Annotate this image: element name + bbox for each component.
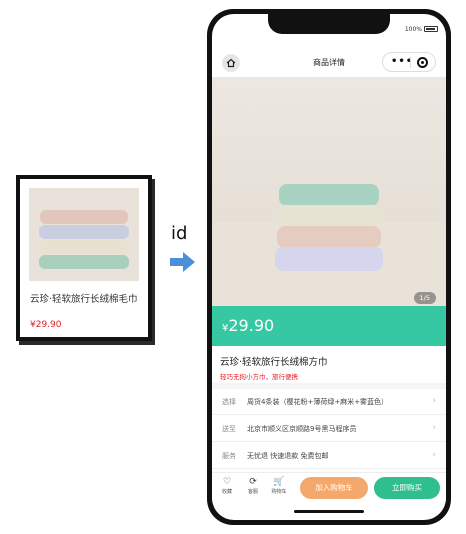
- service-icon: ⟳: [249, 477, 257, 487]
- stage: 云珍·轻软旅行长绒棉毛巾 ¥29.90 id 100% 商品详情 ••• 1/5…: [0, 0, 466, 534]
- card-title: 云珍·轻软旅行长绒棉毛巾: [30, 294, 138, 305]
- id-label: id: [171, 223, 188, 244]
- buy-now-button[interactable]: 立即购买: [374, 477, 440, 499]
- price-amount: 29.90: [228, 316, 275, 335]
- hero-towel-lavender: [275, 247, 383, 271]
- towel-green: [39, 255, 129, 269]
- capsule-menu[interactable]: •••: [382, 52, 436, 72]
- price: ¥29.90: [222, 316, 274, 335]
- product-gallery[interactable]: 1/5: [212, 77, 446, 306]
- row-key: 服务: [222, 452, 236, 460]
- row-key: 选择: [222, 398, 236, 406]
- tab-label: 收藏: [221, 489, 232, 495]
- product-thumbnail: [29, 188, 139, 281]
- cart-icon: 🛒: [273, 477, 285, 487]
- card-price: ¥29.90: [30, 320, 62, 330]
- row-address[interactable]: 送至 北京市顺义区京顺路9号黑马程序员 ›: [212, 416, 446, 442]
- arrow-right-icon: [170, 252, 195, 272]
- bottom-action-bar: ♡ 收藏 ⟳ 客服 🛒 购物车 加入购物车 立即购买: [212, 472, 446, 502]
- notch: [268, 14, 390, 34]
- heart-icon: ♡: [222, 477, 232, 487]
- towel-cream: [39, 240, 129, 254]
- capsule-divider: [410, 57, 411, 68]
- towel-pink: [40, 210, 128, 224]
- price-bar: ¥29.90: [212, 306, 446, 346]
- tab-favorite[interactable]: ♡ 收藏: [216, 476, 238, 496]
- home-indicator: [294, 510, 364, 513]
- tab-label: 购物车: [271, 489, 287, 495]
- row-key: 送至: [222, 425, 236, 433]
- towel-blue: [39, 225, 129, 239]
- hero-towel-pink: [277, 226, 381, 248]
- product-title: 云珍·轻软旅行长绒棉方巾: [220, 357, 328, 368]
- row-service[interactable]: 服务 无忧退 快速退款 免费包邮 ›: [212, 443, 446, 469]
- phone-frame: 100% 商品详情 ••• 1/5 ¥29.90 云珍·轻软旅行长绒棉方巾 轻巧…: [207, 9, 451, 525]
- hero-towel-green: [279, 184, 379, 206]
- product-subtitle: 轻巧无拘小方巾，旅行便携: [220, 373, 298, 381]
- chevron-right-icon: ›: [432, 423, 436, 433]
- tab-service[interactable]: ⟳ 客服: [242, 476, 264, 496]
- row-value: 北京市顺义区京顺路9号黑马程序员: [247, 425, 357, 433]
- hero-towel-cream: [277, 205, 381, 227]
- target-icon[interactable]: [417, 57, 428, 68]
- page-indicator: 1/5: [413, 292, 436, 304]
- chevron-right-icon: ›: [432, 396, 436, 406]
- tab-label: 客服: [247, 489, 258, 495]
- row-select[interactable]: 选择 周货4条装（樱花粉+薄荷绿+麻米+雾蓝色） ›: [212, 389, 446, 415]
- phone-screen: 100% 商品详情 ••• 1/5 ¥29.90 云珍·轻软旅行长绒棉方巾 轻巧…: [212, 14, 446, 520]
- row-value: 无忧退 快速退款 免费包邮: [247, 452, 329, 460]
- product-card[interactable]: 云珍·轻软旅行长绒棉毛巾 ¥29.90: [16, 175, 152, 341]
- battery-icon: [424, 26, 438, 32]
- chevron-right-icon: ›: [432, 450, 436, 460]
- tab-cart[interactable]: 🛒 购物车: [268, 476, 290, 496]
- row-value: 周货4条装（樱花粉+薄荷绿+麻米+雾蓝色）: [247, 398, 389, 406]
- battery-percent: 100%: [404, 26, 422, 33]
- add-to-cart-button[interactable]: 加入购物车: [300, 477, 368, 499]
